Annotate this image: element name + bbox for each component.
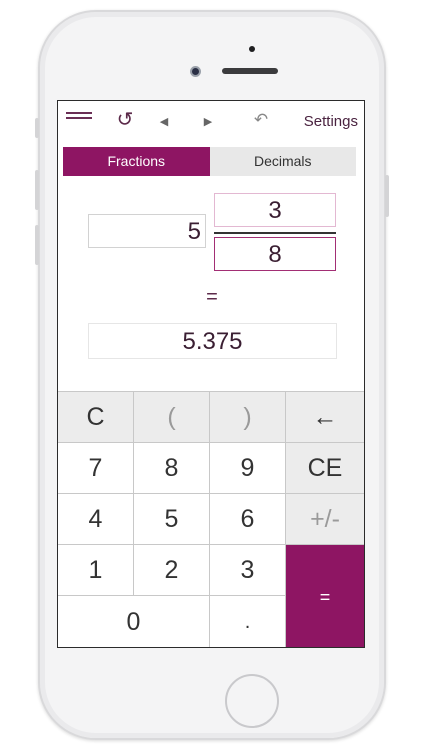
mode-tabs: Fractions Decimals (63, 147, 356, 176)
key-0[interactable]: 0 (58, 596, 210, 647)
home-button[interactable] (225, 674, 279, 728)
key-9[interactable]: 9 (210, 443, 286, 494)
numerator-input[interactable]: 3 (214, 193, 336, 227)
keypad: C ( ) ← 7 8 9 CE 4 5 6 +/- 1 2 3 = 0 . (58, 391, 364, 647)
key-clear-entry[interactable]: CE (286, 443, 364, 494)
undo-icon[interactable]: ↶ (251, 109, 271, 131)
result-display: 5.375 (88, 323, 337, 359)
key-8[interactable]: 8 (134, 443, 210, 494)
key-sign-toggle[interactable]: +/- (286, 494, 364, 545)
key-clear[interactable]: C (58, 392, 134, 443)
hamburger-menu-icon[interactable] (66, 112, 92, 126)
key-6[interactable]: 6 (210, 494, 286, 545)
settings-button[interactable]: Settings (304, 111, 358, 133)
key-equals[interactable]: = (286, 545, 364, 647)
key-close-paren[interactable]: ) (210, 392, 286, 443)
tab-decimals[interactable]: Decimals (209, 147, 356, 176)
whole-number-input[interactable]: 5 (88, 214, 206, 248)
toolbar: ↺ ◀ ▶ ↶ Settings (58, 101, 364, 141)
earpiece-speaker (222, 68, 278, 74)
power-button (385, 175, 389, 217)
key-open-paren[interactable]: ( (134, 392, 210, 443)
key-7[interactable]: 7 (58, 443, 134, 494)
refresh-icon[interactable]: ↺ (114, 109, 136, 131)
key-5[interactable]: 5 (134, 494, 210, 545)
key-3[interactable]: 3 (210, 545, 286, 596)
equals-label: = (206, 286, 218, 308)
mute-switch (35, 118, 39, 138)
key-decimal-point[interactable]: . (210, 596, 286, 647)
front-camera (190, 66, 201, 77)
chevron-left-icon[interactable]: ◀ (158, 111, 170, 133)
key-2[interactable]: 2 (134, 545, 210, 596)
app-screen: ↺ ◀ ▶ ↶ Settings Fractions Decimals 5 3 … (57, 100, 365, 648)
volume-down-button (35, 225, 39, 265)
key-1[interactable]: 1 (58, 545, 134, 596)
tab-fractions[interactable]: Fractions (63, 147, 210, 176)
key-backspace[interactable]: ← (286, 392, 364, 443)
denominator-input[interactable]: 8 (214, 237, 336, 271)
fraction-bar (214, 232, 336, 234)
volume-up-button (35, 170, 39, 210)
chevron-right-icon[interactable]: ▶ (202, 111, 214, 133)
proximity-sensor (249, 46, 255, 52)
key-4[interactable]: 4 (58, 494, 134, 545)
